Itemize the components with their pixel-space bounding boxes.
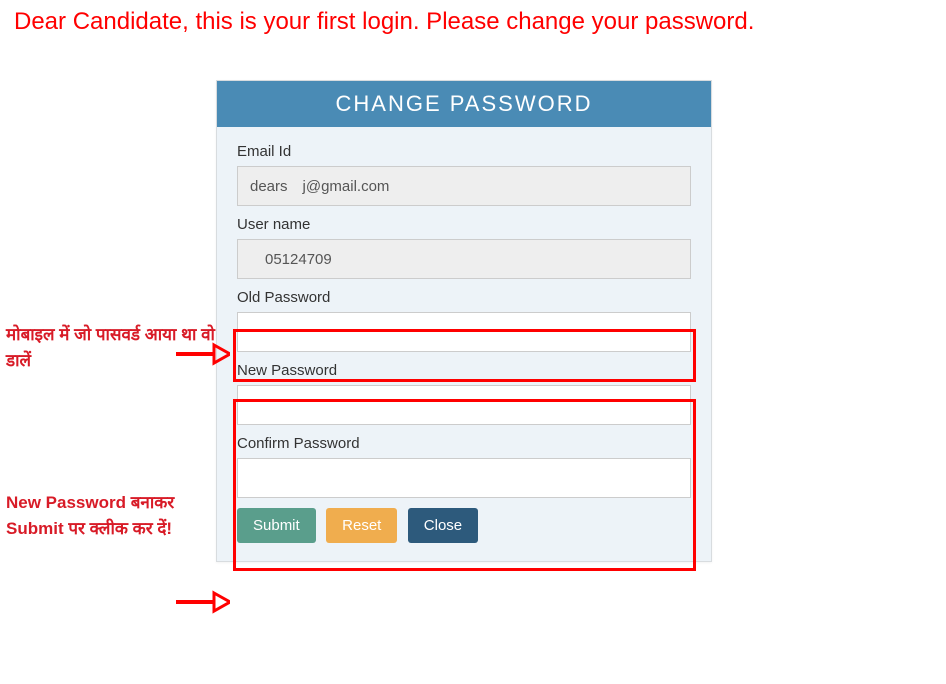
annotation-new-password-line2: Submit पर क्लीक कर दें! — [6, 519, 172, 538]
new-password-group: New Password — [237, 362, 691, 425]
old-password-label: Old Password — [237, 289, 691, 306]
annotation-new-password: New Password बनाकर Submit पर क्लीक कर दे… — [6, 490, 216, 541]
new-password-label: New Password — [237, 362, 691, 379]
annotation-new-password-line1: New Password बनाकर — [6, 493, 174, 512]
panel-body: Email Id User name Old Password New Pass… — [217, 127, 711, 561]
arrow-right-icon — [174, 590, 230, 614]
email-group: Email Id — [237, 143, 691, 206]
button-row: Submit Reset Close — [237, 508, 691, 543]
confirm-password-label: Confirm Password — [237, 435, 691, 452]
email-label: Email Id — [237, 143, 691, 160]
new-password-input[interactable] — [237, 385, 691, 425]
email-field — [237, 166, 691, 206]
confirm-password-input[interactable] — [237, 458, 691, 498]
panel-title: CHANGE PASSWORD — [217, 81, 711, 127]
username-field — [237, 239, 691, 279]
confirm-password-group: Confirm Password — [237, 435, 691, 498]
old-password-group: Old Password — [237, 289, 691, 352]
old-password-input[interactable] — [237, 312, 691, 352]
reset-button[interactable]: Reset — [326, 508, 397, 543]
username-label: User name — [237, 216, 691, 233]
close-button[interactable]: Close — [408, 508, 478, 543]
change-password-panel: CHANGE PASSWORD Email Id User name Old P… — [216, 80, 712, 562]
submit-button[interactable]: Submit — [237, 508, 316, 543]
annotation-old-password: मोबाइल में जो पासवर्ड आया था वो डालें — [6, 322, 216, 373]
first-login-notice: Dear Candidate, this is your first login… — [0, 0, 946, 36]
username-group: User name — [237, 216, 691, 279]
